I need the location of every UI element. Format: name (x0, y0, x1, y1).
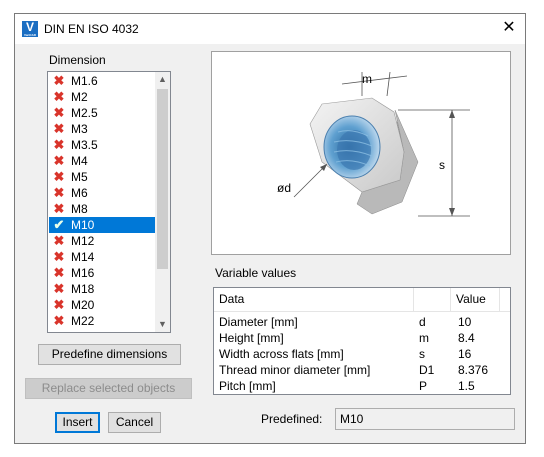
cross-icon: ✖ (53, 89, 65, 104)
list-item[interactable]: ✖ M5 (49, 169, 155, 185)
cell-value: 8.376 (458, 363, 489, 377)
cross-icon: ✖ (53, 281, 65, 296)
predefined-label: Predefined: (261, 412, 323, 426)
list-scrollbar[interactable]: ▲ ▼ (155, 72, 170, 332)
cell-symbol: d (419, 315, 426, 329)
list-item[interactable]: ✖ M3.5 (49, 137, 155, 153)
predefine-dimensions-button[interactable]: Predefine dimensions (38, 344, 181, 365)
cross-icon: ✖ (53, 249, 65, 264)
cross-icon: ✖ (53, 297, 65, 312)
cell-value: 1.5 (458, 379, 475, 393)
list-item[interactable]: ✖ M8 (49, 201, 155, 217)
table-row[interactable]: Width across flats [mm] s 16 (214, 346, 510, 362)
hex-nut-illustration: m ød s (277, 71, 470, 217)
replace-selected-objects-button[interactable]: Replace selected objects (25, 378, 192, 399)
list-item-label: M14 (71, 250, 95, 264)
dialog-window: V VariCAD DIN EN ISO 4032 ✕ Dimension ✖ M1… (14, 13, 526, 444)
column-value-header[interactable]: Value (451, 288, 500, 311)
list-item[interactable]: ✖ M1.6 (49, 73, 155, 89)
cross-icon: ✖ (53, 153, 65, 168)
dim-s-label: s (439, 158, 445, 172)
cell-value: 10 (458, 315, 472, 329)
check-icon: ✔ (53, 217, 65, 232)
list-item[interactable]: ✖ M14 (49, 249, 155, 265)
list-item[interactable]: ✖ M4 (49, 153, 155, 169)
list-item-label: M16 (71, 266, 95, 280)
list-item[interactable]: ✖ M3 (49, 121, 155, 137)
predefined-field: M10 (335, 408, 515, 430)
dim-m-label: m (362, 72, 372, 86)
cell-symbol: s (419, 347, 425, 361)
scroll-down-icon[interactable]: ▼ (155, 317, 170, 332)
list-item[interactable]: ✖ M6 (49, 185, 155, 201)
list-item-label: M20 (71, 298, 95, 312)
list-item-label: M4 (71, 154, 88, 168)
list-item-label: M1.6 (71, 74, 98, 88)
cross-icon: ✖ (53, 201, 65, 216)
list-item[interactable]: ✖ M18 (49, 281, 155, 297)
cell-symbol: P (419, 379, 428, 393)
title-bar: V VariCAD DIN EN ISO 4032 ✕ (15, 14, 525, 44)
list-item-label: M8 (71, 202, 88, 216)
cross-icon: ✖ (53, 233, 65, 248)
list-item-label: M2.5 (71, 106, 98, 120)
cell-data: Width across flats [mm] (219, 347, 344, 361)
cell-data: Thread minor diameter [mm] (219, 363, 371, 377)
cross-icon: ✖ (53, 137, 65, 152)
dim-d-label: ød (277, 181, 291, 195)
list-item[interactable]: ✖ M16 (49, 265, 155, 281)
column-data-header[interactable]: Data (214, 288, 414, 311)
cross-icon: ✖ (53, 313, 65, 328)
cross-icon: ✖ (53, 185, 65, 200)
scroll-up-icon[interactable]: ▲ (155, 72, 170, 87)
variable-values-table[interactable]: Data Value Diameter [mm] d 10 Height [mm] m 8… (213, 287, 511, 395)
list-item[interactable]: ✖ M22 (49, 313, 155, 329)
window-title: DIN EN ISO 4032 (44, 22, 139, 36)
cell-data: Diameter [mm] (219, 315, 298, 329)
list-item[interactable]: ✖ M20 (49, 297, 155, 313)
list-item[interactable]: ✖ M2 (49, 89, 155, 105)
cell-value: 16 (458, 347, 472, 361)
close-icon[interactable]: ✕ (501, 19, 517, 37)
variable-values-label: Variable values (215, 266, 297, 280)
nut-drawing-box: m ød s (211, 51, 511, 255)
table-header: Data Value (214, 288, 510, 312)
list-item[interactable]: ✖ M12 (49, 233, 155, 249)
cross-icon: ✖ (53, 265, 65, 280)
list-item-label: M22 (71, 314, 95, 328)
list-item-label: M5 (71, 170, 88, 184)
cross-icon: ✖ (53, 121, 65, 136)
scroll-thumb[interactable] (157, 89, 168, 269)
list-item-label: M18 (71, 282, 95, 296)
list-item[interactable]: ✔ M10 (49, 217, 155, 233)
column-symbol-header[interactable] (414, 288, 451, 311)
insert-button[interactable]: Insert (55, 412, 100, 433)
list-item-label: M2 (71, 90, 88, 104)
dimension-listbox[interactable]: ✖ M1.6 ✖ M2 ✖ M2.5 ✖ M3 ✖ M3.5 ✖ M4 ✖ M5 ✖ M6 ✖ M8 ✔ M10 ✖ M1… (47, 71, 171, 333)
list-item-label: M6 (71, 186, 88, 200)
cell-symbol: D1 (419, 363, 435, 377)
cross-icon: ✖ (53, 73, 65, 88)
list-item-label: M12 (71, 234, 95, 248)
cross-icon: ✖ (53, 169, 65, 184)
cell-data: Pitch [mm] (219, 379, 276, 393)
dimension-label: Dimension (49, 53, 106, 67)
cancel-button[interactable]: Cancel (108, 412, 161, 433)
app-icon: V VariCAD (22, 20, 38, 37)
table-row[interactable]: Thread minor diameter [mm] D1 8.376 (214, 362, 510, 378)
cell-symbol: m (419, 331, 429, 345)
list-item-label: M3.5 (71, 138, 98, 152)
cell-value: 8.4 (458, 331, 475, 345)
cross-icon: ✖ (53, 105, 65, 120)
cell-data: Height [mm] (219, 331, 284, 345)
table-row[interactable]: Diameter [mm] d 10 (214, 314, 510, 330)
table-row[interactable]: Pitch [mm] P 1.5 (214, 378, 510, 394)
list-item-label: M10 (71, 218, 95, 232)
list-item[interactable]: ✖ M2.5 (49, 105, 155, 121)
table-row[interactable]: Height [mm] m 8.4 (214, 330, 510, 346)
list-item-label: M3 (71, 122, 88, 136)
